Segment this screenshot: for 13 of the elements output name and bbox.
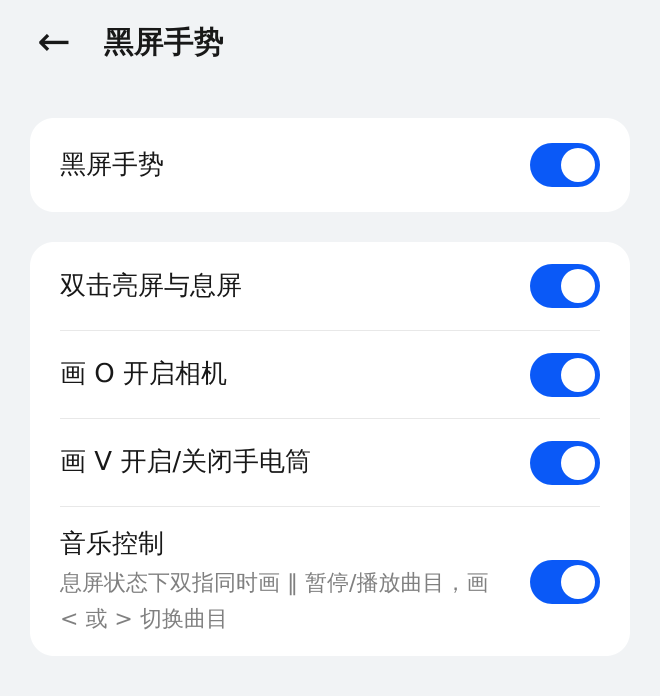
toggle-switch[interactable]: [530, 264, 600, 308]
toggle-switch[interactable]: [530, 352, 600, 396]
toggle-switch[interactable]: [530, 440, 600, 484]
setting-label: 画 O 开启相机: [60, 358, 227, 391]
setting-label: 音乐控制: [60, 528, 165, 561]
page-title: 黑屏手势: [104, 24, 224, 62]
toggle-switch[interactable]: [530, 143, 600, 187]
back-button[interactable]: ←: [30, 22, 78, 62]
toggle-switch[interactable]: [530, 560, 600, 604]
setting-description: 息屏状态下双指同时画 ‖ 暂停/播放曲目，画 < 或 > 切换曲目: [60, 570, 490, 634]
setting-label: 画 V 开启/关闭手电筒: [60, 446, 312, 479]
setting-label: 双击亮屏与息屏: [60, 270, 242, 302]
setting-label: 黑屏手势: [60, 148, 164, 182]
